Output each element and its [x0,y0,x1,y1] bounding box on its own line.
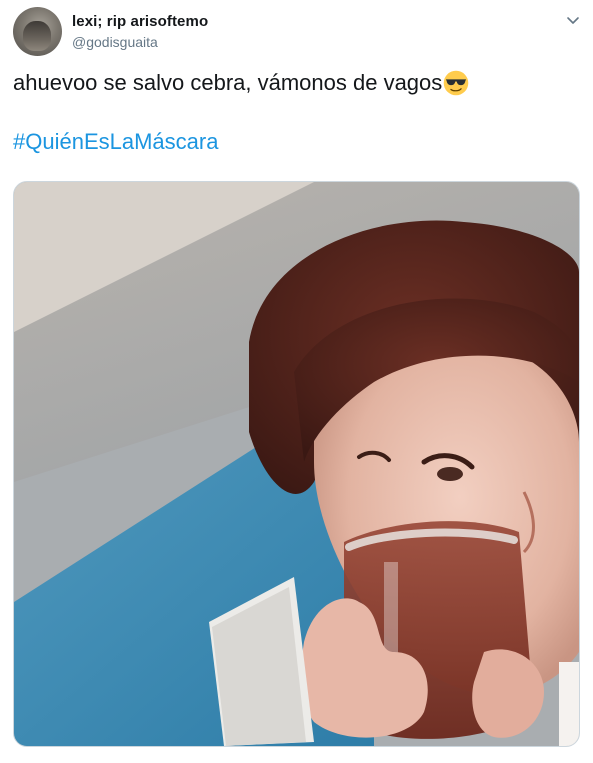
hashtag-link[interactable]: #QuiénEsLaMáscara [13,129,218,155]
avatar[interactable] [13,7,62,56]
tweet-photo[interactable] [13,181,580,747]
display-name[interactable]: lexi; rip arisoftemo [72,13,208,30]
tweet-card: lexi; rip arisoftemo @godisguaita ahuevo… [0,0,593,763]
photo-icon [14,182,579,746]
user-handle[interactable]: @godisguaita [72,34,158,50]
tweet-text: ahuevoo se salvo cebra, vámonos de vagos [13,70,469,96]
chevron-down-icon[interactable] [565,12,581,28]
sunglasses-emoji-icon [444,70,469,96]
tweet-body: ahuevoo se salvo cebra, vámonos de vagos [13,70,443,95]
